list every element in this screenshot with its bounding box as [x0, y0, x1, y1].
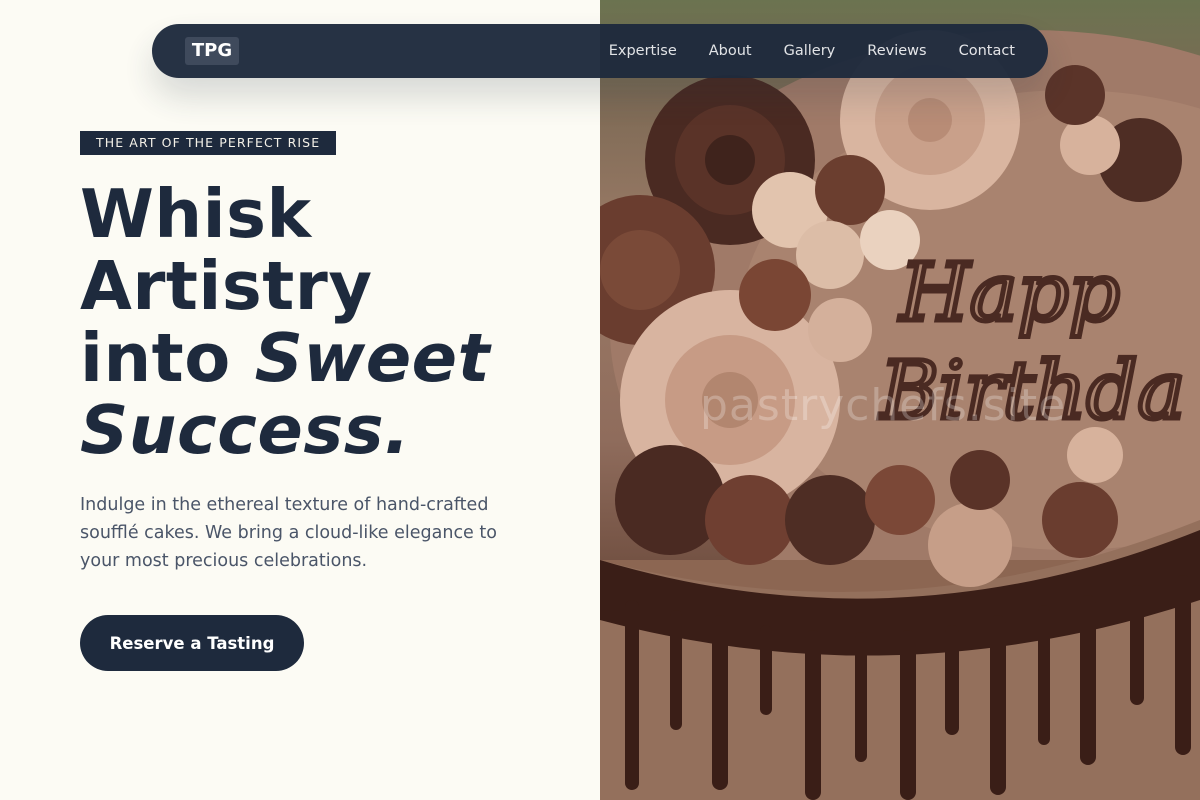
- nav-links: Expertise About Gallery Reviews Contact: [609, 24, 1015, 78]
- hero-headline: Whisk Artistry into Sweet Success.: [80, 178, 490, 466]
- reserve-tasting-button[interactable]: Reserve a Tasting: [80, 615, 304, 671]
- nav-link-contact[interactable]: Contact: [959, 43, 1015, 59]
- headline-line-3-italic: Sweet: [254, 319, 491, 397]
- headline-line-1: Whisk: [80, 175, 312, 253]
- cake-writing-line1: Happ: [898, 246, 1120, 339]
- nav-link-expertise[interactable]: Expertise: [609, 43, 677, 59]
- headline-line-3-plain: into: [80, 319, 231, 397]
- headline-line-2: Artistry: [80, 247, 373, 325]
- nav-link-gallery[interactable]: Gallery: [784, 43, 836, 59]
- headline-line-4-italic: Success.: [80, 391, 411, 469]
- watermark: pastrychefs.site: [700, 380, 1067, 431]
- hero-intro: Indulge in the ethereal texture of hand-…: [80, 495, 497, 571]
- nav-link-about[interactable]: About: [709, 43, 752, 59]
- eyebrow-tag: THE ART OF THE PERFECT RISE: [80, 131, 337, 155]
- nav-link-reviews[interactable]: Reviews: [867, 43, 926, 59]
- logo[interactable]: TPG: [185, 37, 239, 65]
- navbar: TPG Expertise About Gallery Reviews Cont…: [152, 24, 1048, 78]
